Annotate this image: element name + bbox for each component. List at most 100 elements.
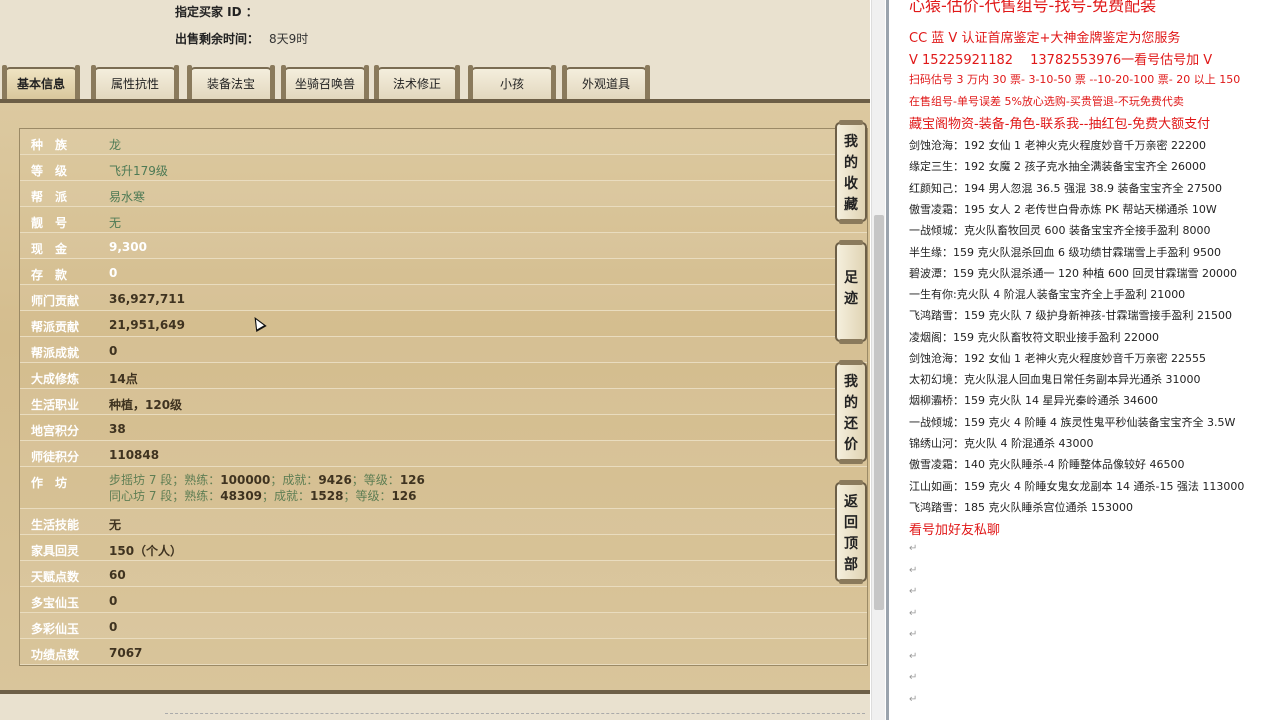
button-char: 价 [844, 437, 858, 453]
info-row-pretty-id: 靓 号无 [20, 207, 867, 233]
row-label: 师徒积分 [31, 450, 80, 464]
info-row-dacheng: 大成修炼 14点 [20, 363, 867, 389]
row-label: 多宝仙玉 [31, 596, 80, 610]
button-char: 的 [844, 395, 858, 411]
info-row-duocai: 多彩仙玉 0 [20, 613, 867, 639]
page-scrollbar[interactable] [871, 0, 885, 720]
workshop1-sep2: ；等级： [351, 473, 400, 487]
info-row-mentor: 师徒积分 110848 [20, 441, 867, 467]
info-row-sect: 帮 派 易水寒 [20, 181, 867, 207]
row-label: 帮 派 [31, 190, 68, 204]
info-row-gang-contrib: 帮派贡献 21,951,649 [20, 311, 867, 337]
paragraph-mark-icon: ↵ [909, 565, 918, 576]
row-value: 9,300 [109, 240, 147, 254]
listing-line: 缘定三生：192 女魔 2 孩子克水抽全满装备宝宝齐全 26000 [909, 160, 1206, 173]
row-value: 飞升179级 [109, 164, 168, 178]
button-char: 顶 [844, 536, 858, 552]
tab-basic-info[interactable]: 基本信息 [2, 65, 80, 101]
workshop1-name: 步摇坊 7 段；熟练： [109, 473, 221, 487]
listing-line: 太初幻境：克火队混人回血鬼日常任务副本异光通杀 31000 [909, 373, 1201, 386]
info-row-merit: 功绩点数 7067 [20, 639, 867, 665]
tab-spell-mods[interactable]: 法术修正 [374, 65, 460, 101]
row-label: 作 坊 [31, 476, 68, 490]
button-char: 还 [844, 416, 858, 432]
tab-children[interactable]: 小孩 [468, 65, 556, 101]
tab-mounts-pets[interactable]: 坐骑召唤兽 [281, 65, 369, 101]
paragraph-mark-icon: ↵ [909, 694, 918, 705]
panel-bottom-divider [0, 690, 870, 694]
info-row-home: 家具回灵 150（个人） [20, 535, 867, 561]
back-to-top-button[interactable]: 返回顶部 [835, 480, 867, 584]
button-char: 返 [844, 494, 858, 510]
row-label: 多彩仙玉 [31, 622, 80, 636]
listing-page: 指定买家 ID ： 出售剩余时间： 8天9时 基本信息 属性抗性 装备法宝 坐骑召… [0, 0, 870, 720]
workshop2-sep2: ；等级： [343, 489, 392, 503]
paragraph-mark-icon: ↵ [909, 586, 918, 597]
row-label: 等 级 [31, 164, 68, 178]
row-value: 无 [109, 216, 122, 230]
notes-panel: 心猿-估价-代售组号-找号-免费配装 CC 蓝 V 认证首席鉴定+大神金牌鉴定为… [886, 0, 1280, 720]
info-row-race: 种 族龙 [20, 129, 867, 155]
workshop2-name: 同心坊 7 段；熟练： [109, 489, 221, 503]
row-label: 靓 号 [31, 216, 68, 230]
row-label: 家具回灵 [31, 544, 80, 558]
scrollbar-thumb[interactable] [874, 215, 884, 610]
button-char: 收 [844, 176, 858, 192]
sale-remaining-value: 8天9时 [269, 32, 309, 46]
row-label: 地宫积分 [31, 424, 80, 438]
tab-appearance[interactable]: 外观道具 [562, 65, 650, 101]
row-value: 36,927,711 [109, 292, 185, 306]
tab-equipment[interactable]: 装备法宝 [187, 65, 275, 101]
row-label: 帮派成就 [31, 346, 80, 360]
button-char: 回 [844, 515, 858, 531]
button-char: 足 [844, 270, 858, 286]
assigned-buyer-row: 指定买家 ID ： [175, 3, 268, 20]
row-value: 0 [109, 594, 118, 608]
info-row-deposit: 存 款 0 [20, 259, 867, 285]
row-value: 38 [109, 422, 126, 436]
info-row-workshop: 作 坊 步摇坊 7 段；熟练：100000；成就：9426；等级：126 同心坊… [20, 467, 867, 509]
listing-line: 傲雪凌霜：140 克火队睡杀-4 阶睡整体品像较好 46500 [909, 458, 1185, 471]
info-row-talent: 天赋点数 60 [20, 561, 867, 587]
info-row-duobao: 多宝仙玉 0 [20, 587, 867, 613]
row-label: 现 金 [31, 242, 68, 256]
dashed-divider [165, 713, 865, 714]
info-row-life-skill: 生活技能 无 [20, 509, 867, 535]
row-value: 60 [109, 568, 126, 582]
detail-tabs: 基本信息 属性抗性 装备法宝 坐骑召唤兽 法术修正 小孩 外观道具 [0, 62, 870, 102]
row-value: 易水寒 [109, 190, 146, 204]
listing-line: 剑蚀沧海：192 女仙 1 老神火克火程度妙音千万亲密 22555 [909, 352, 1206, 365]
sale-remaining-row: 出售剩余时间： 8天9时 [175, 30, 308, 47]
listing-line: 剑蚀沧海：192 女仙 1 老神火克火程度妙音千万亲密 22200 [909, 139, 1206, 152]
row-label: 功绩点数 [31, 648, 80, 662]
paragraph-mark-icon: ↵ [909, 543, 918, 554]
info-row-dungeon: 地宫积分 38 [20, 415, 867, 441]
footprint-button[interactable]: 足迹 [835, 240, 867, 344]
paragraph-mark-icon: ↵ [909, 608, 918, 619]
notes-line: 在售组号-单号误差 5%放心选购-买贵管退-不玩免费代卖 [909, 95, 1184, 108]
paragraph-mark-icon: ↵ [909, 672, 918, 683]
row-value: 21,951,649 [109, 318, 185, 332]
my-favorites-button[interactable]: 我的收藏 [835, 120, 867, 224]
row-value: 7067 [109, 646, 143, 660]
assigned-buyer-label: 指定买家 ID ： [175, 5, 258, 19]
row-value: 无 [109, 518, 122, 532]
listing-line: 飞鸿踏雪：159 克火队 7 级护身新神孩-甘霖瑞雪接手盈利 21500 [909, 309, 1232, 322]
basic-info-panel: 种 族龙 等 级飞升179级 帮 派易水寒 靓 号无 现 金 9,300 存 款0… [0, 103, 870, 693]
workshop2-achieve: 1528 [310, 489, 344, 503]
info-row-school-contrib: 师门贡献 36,927,711 [20, 285, 867, 311]
workshop-line-1: 步摇坊 7 段；熟练：100000；成就：9426；等级：126 [109, 471, 425, 488]
button-char: 我 [844, 374, 858, 390]
row-value: 150（个人） [109, 544, 183, 558]
info-row-cash: 现 金 9,300 [20, 233, 867, 259]
row-label: 存 款 [31, 268, 68, 282]
paragraph-mark-icon: ↵ [909, 651, 918, 662]
row-label: 大成修炼 [31, 372, 80, 386]
workshop2-skill: 48309 [220, 489, 263, 503]
button-char: 我 [844, 134, 858, 150]
my-bargain-button[interactable]: 我的还价 [835, 360, 867, 464]
button-char: 藏 [844, 197, 858, 213]
tab-attributes[interactable]: 属性抗性 [91, 65, 179, 101]
notes-line: CC 蓝 V 认证首席鉴定+大神金牌鉴定为您服务 [909, 31, 1181, 46]
info-row-gang-achieve: 帮派成就 0 [20, 337, 867, 363]
